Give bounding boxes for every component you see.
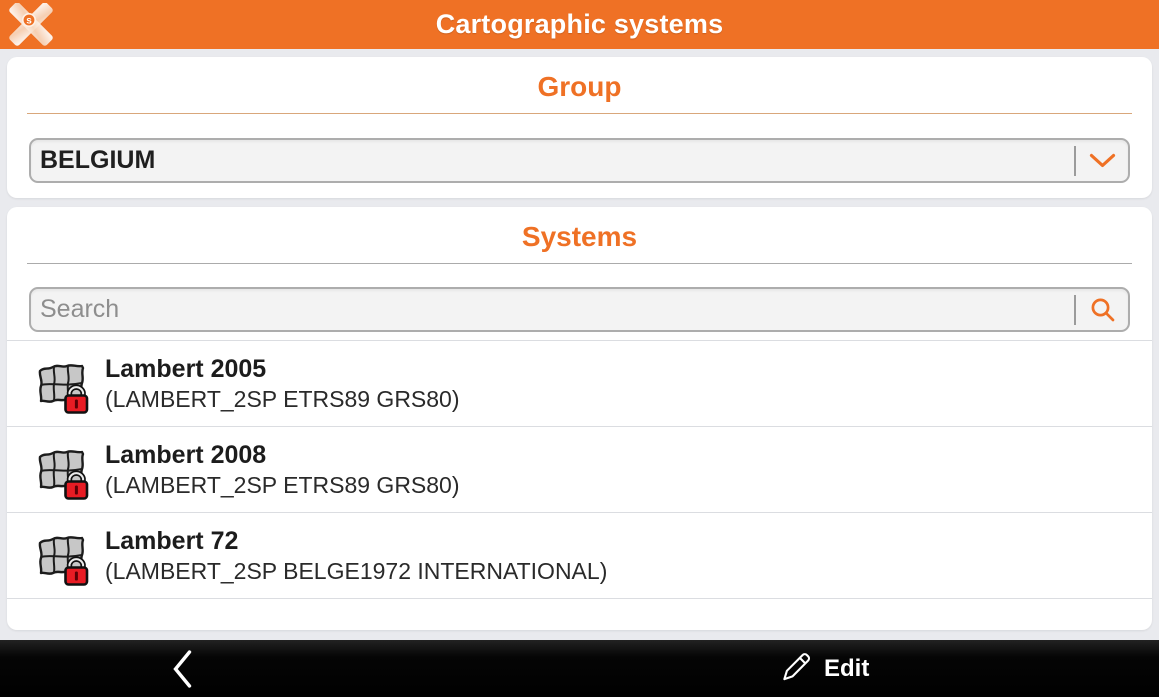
back-button[interactable] [172,640,193,697]
app-logo-icon[interactable]: s [8,3,54,46]
app-header: s Cartographic systems [0,0,1159,49]
search-icon[interactable] [1089,296,1116,323]
map-locked-icon [32,528,92,588]
dropdown-divider [1074,146,1076,176]
cartographic-systems-screen: s Cartographic systems Group BELGIUM Sys… [0,0,1159,630]
system-name: Lambert 2008 [105,440,460,471]
pencil-icon [778,649,814,688]
system-item-lambert-2005[interactable]: Lambert 2005 (LAMBERT_2SP ETRS89 GRS80) [7,341,1152,426]
map-locked-icon [32,356,92,416]
bottom-bar: Edit [0,640,1159,697]
search-box[interactable] [29,287,1130,332]
system-item-lambert-2008[interactable]: Lambert 2008 (LAMBERT_2SP ETRS89 GRS80) [7,427,1152,512]
chevron-left-icon [172,649,193,689]
system-item-lambert-72[interactable]: Lambert 72 (LAMBERT_2SP BELGE1972 INTERN… [7,513,1152,598]
systems-section-title: Systems [7,207,1152,253]
system-detail: (LAMBERT_2SP BELGE1972 INTERNATIONAL) [105,557,607,586]
map-locked-icon [32,442,92,502]
edit-button[interactable]: Edit [778,640,869,697]
chevron-down-icon[interactable] [1089,153,1116,169]
edit-label: Edit [824,655,869,683]
group-title-rule [27,113,1132,114]
system-detail: (LAMBERT_2SP ETRS89 GRS80) [105,471,460,500]
system-detail: (LAMBERT_2SP ETRS89 GRS80) [105,385,460,414]
page-title: Cartographic systems [0,9,1159,40]
group-section: Group BELGIUM [7,57,1152,198]
systems-section: Systems Lambert 2005 (LAMBERT_2SP ETRS89… [7,207,1152,630]
systems-title-rule [27,263,1132,264]
group-dropdown[interactable]: BELGIUM [29,138,1130,183]
system-name: Lambert 72 [105,526,607,557]
search-divider [1074,295,1076,325]
system-name: Lambert 2005 [105,354,460,385]
search-input[interactable] [40,295,1074,324]
group-section-title: Group [7,57,1152,103]
group-dropdown-value: BELGIUM [40,146,155,175]
svg-text:s: s [26,16,32,27]
list-divider [7,598,1152,599]
